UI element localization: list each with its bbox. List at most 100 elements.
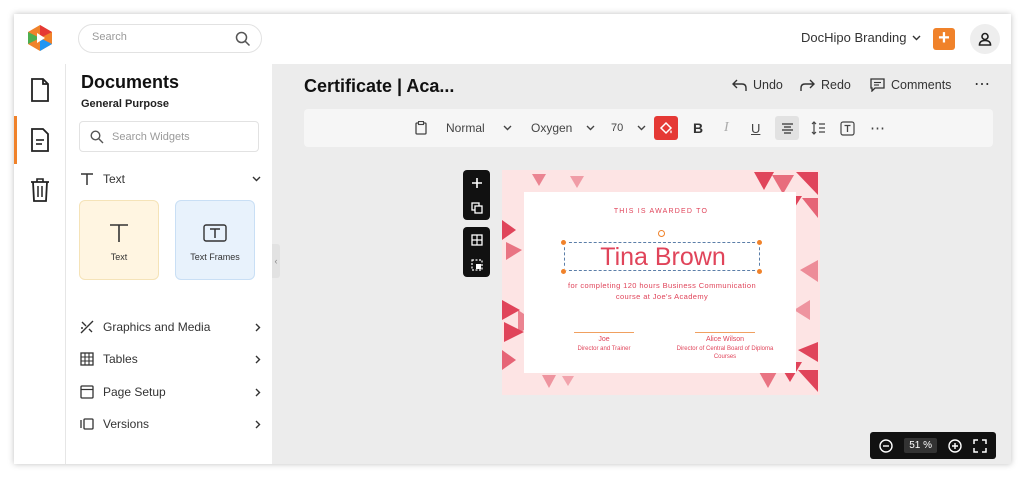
user-icon [978, 32, 992, 46]
rail-item-documents[interactable] [14, 66, 66, 114]
left-rail [14, 64, 66, 464]
align-center-button[interactable] [775, 116, 799, 140]
section-page-setup[interactable]: Page Setup [79, 382, 261, 402]
zoom-out-icon[interactable] [879, 438, 894, 453]
paint-bucket-icon [659, 121, 673, 135]
section-tables[interactable]: Tables [79, 349, 261, 369]
signature-block-1[interactable]: Joe Director and Trainer [564, 332, 644, 353]
text-style-dropdown[interactable]: Normal [446, 109, 512, 147]
add-button[interactable]: + [933, 28, 955, 50]
formatting-toolbar: Normal Oxygen 70 B I U ⋯ [304, 109, 993, 147]
chevron-right-icon [255, 323, 261, 331]
section-label: Tables [103, 352, 138, 366]
section-label: Graphics and Media [103, 320, 211, 334]
branding-dropdown[interactable]: DocHipo Branding [801, 30, 921, 45]
graphics-icon [79, 319, 95, 335]
comments-label: Comments [891, 78, 952, 92]
chevron-right-icon [255, 355, 261, 363]
text-color-button[interactable] [654, 116, 678, 140]
select-area-icon[interactable] [470, 258, 483, 271]
search-icon[interactable] [235, 31, 251, 47]
text-frame-icon [203, 218, 227, 248]
font-size-value: 70 [611, 122, 624, 134]
branding-label: DocHipo Branding [801, 30, 907, 45]
bold-icon[interactable]: B [693, 109, 703, 147]
undo-button[interactable]: Undo [732, 78, 783, 92]
panel-title: Documents [81, 72, 180, 92]
dochipo-logo[interactable] [26, 24, 54, 52]
redo-icon [800, 79, 815, 91]
section-versions[interactable]: Versions [79, 414, 261, 434]
comment-icon [870, 78, 885, 92]
widget-search-box[interactable] [79, 121, 259, 152]
panel-collapse-handle[interactable]: ‹ [272, 244, 280, 278]
section-label: Versions [103, 417, 150, 431]
user-avatar-button[interactable] [970, 24, 1000, 54]
trash-icon [31, 178, 49, 202]
text-box-icon[interactable] [840, 109, 855, 147]
align-center-icon [781, 122, 793, 134]
widget-card-text-frames[interactable]: Text Frames [175, 200, 255, 280]
undo-label: Undo [753, 78, 783, 92]
page-setup-icon [79, 384, 95, 400]
floating-tools-bottom [463, 227, 490, 277]
rotate-handle[interactable] [658, 230, 665, 237]
certificate-canvas[interactable]: THIS IS AWARDED TO Tina Brown for comple… [502, 170, 820, 395]
certificate-recipient-name[interactable]: Tina Brown [566, 242, 760, 272]
widgets-panel: Documents General Purpose Text Text [66, 64, 272, 464]
more-toolbar-icon[interactable]: ⋯ [870, 109, 885, 147]
search-box[interactable] [78, 24, 262, 53]
signer-title: Director and Trainer [577, 346, 631, 352]
zoom-in-icon[interactable] [948, 438, 962, 453]
signature-line [695, 332, 755, 333]
certificate-awarded-to[interactable]: THIS IS AWARDED TO [502, 208, 820, 215]
section-graphics-and-media[interactable]: Graphics and Media [79, 317, 261, 337]
rail-item-trash[interactable] [14, 166, 66, 214]
more-options-icon[interactable]: ⋯ [974, 74, 990, 94]
widget-card-label: Text Frames [190, 252, 240, 262]
text-icon [108, 218, 130, 248]
search-input[interactable] [92, 31, 232, 43]
table-icon [79, 351, 95, 367]
signer-name: Alice Wilson [705, 336, 745, 343]
app-window: DocHipo Branding + [14, 14, 1011, 464]
clipboard-icon[interactable] [415, 109, 427, 147]
zoom-value[interactable]: 51 % [904, 438, 937, 453]
chevron-down-icon [503, 125, 512, 131]
chevron-down-icon [586, 125, 595, 131]
chevron-down-icon [637, 125, 646, 131]
section-text[interactable]: Text [79, 169, 261, 189]
underline-icon[interactable]: U [751, 109, 760, 147]
widget-search-input[interactable] [112, 131, 252, 143]
section-text-label: Text [103, 172, 126, 186]
certificate-description[interactable]: for completing 120 hours Business Commun… [562, 280, 762, 302]
text-style-value: Normal [446, 121, 485, 135]
widget-card-text[interactable]: Text [79, 200, 159, 280]
text-icon [79, 171, 95, 187]
grid-icon[interactable] [470, 233, 483, 246]
signer-title: Director of Central Board of Diploma Cou… [676, 346, 774, 360]
italic-icon[interactable]: I [724, 109, 729, 147]
versions-icon [79, 416, 95, 432]
font-family-value: Oxygen [531, 121, 573, 135]
undo-icon [732, 79, 747, 91]
search-icon [90, 130, 104, 144]
section-label: Page Setup [103, 385, 166, 399]
top-bar: DocHipo Branding + [14, 14, 1011, 64]
signature-block-2[interactable]: Alice Wilson Director of Central Board o… [675, 332, 775, 361]
font-size-dropdown[interactable]: 70 [611, 109, 646, 147]
floating-tools-top [463, 170, 490, 220]
chevron-right-icon [255, 388, 261, 396]
rail-item-page[interactable] [14, 116, 66, 164]
chevron-down-icon [252, 176, 261, 182]
comments-button[interactable]: Comments [870, 78, 951, 92]
widget-card-label: Text [110, 252, 128, 262]
zoom-control: 51 % [870, 432, 996, 459]
duplicate-icon[interactable] [470, 201, 483, 214]
document-title[interactable]: Certificate | Aca... [304, 76, 454, 97]
fullscreen-icon[interactable] [972, 438, 987, 453]
add-icon[interactable] [471, 177, 483, 189]
line-spacing-icon[interactable] [811, 109, 826, 147]
redo-button[interactable]: Redo [800, 78, 851, 92]
font-family-dropdown[interactable]: Oxygen [531, 109, 595, 147]
